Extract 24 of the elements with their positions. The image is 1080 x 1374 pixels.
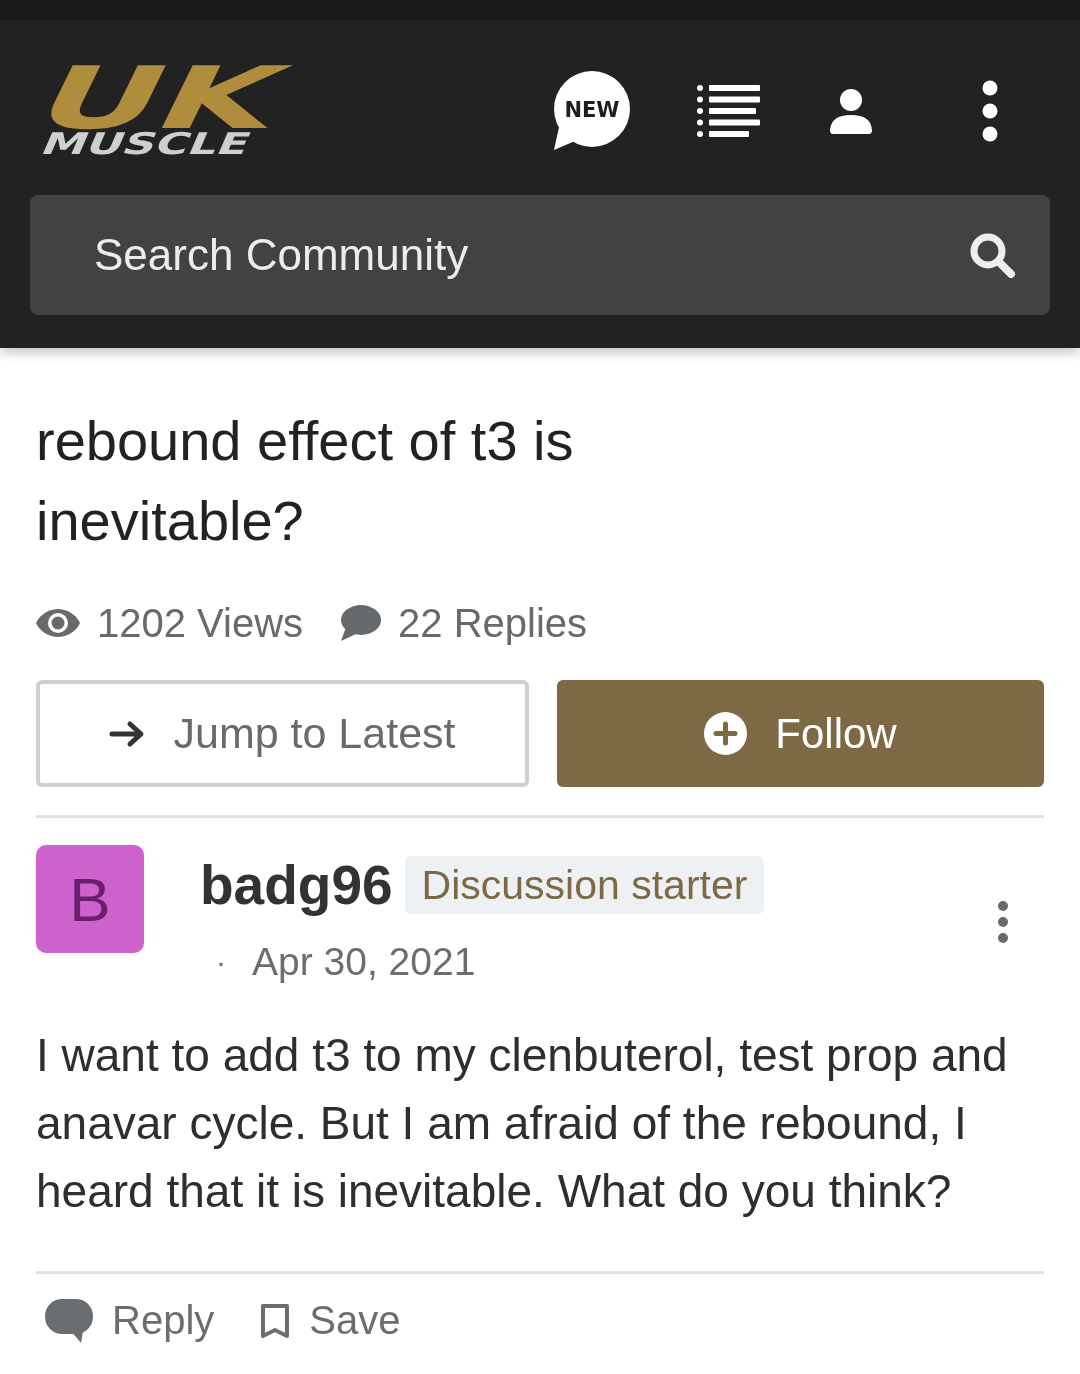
search-icon[interactable] bbox=[969, 232, 1016, 278]
speech-bubble-icon bbox=[45, 1298, 93, 1343]
thread-title: rebound effect of t3 is inevitable? bbox=[36, 408, 575, 554]
replies-count: 22 Replies bbox=[398, 600, 588, 646]
post-body: I want to add t3 to my clenbuterol, test prop and anavar cycle. But I am afraid of the rebound, I heard that it is inevitable. What do you think? bbox=[36, 1028, 1009, 1219]
arrow-right-icon bbox=[109, 719, 146, 748]
username[interactable]: badg96 bbox=[200, 853, 393, 917]
kebab-menu-icon[interactable] bbox=[982, 80, 998, 142]
jump-to-latest-button[interactable]: Jump to Latest bbox=[36, 680, 529, 787]
date-separator: · bbox=[216, 945, 226, 979]
follow-button[interactable]: Follow bbox=[557, 680, 1044, 787]
list-icon[interactable] bbox=[697, 84, 760, 138]
avatar: B bbox=[36, 845, 144, 953]
post-date: Apr 30, 2021 bbox=[252, 940, 476, 984]
speech-bubble-icon bbox=[339, 605, 382, 641]
discussion-starter-badge: Discussion starter bbox=[404, 856, 765, 914]
bookmark-icon bbox=[260, 1302, 291, 1339]
save-button[interactable]: Save bbox=[260, 1298, 401, 1343]
reply-button[interactable]: Reply bbox=[45, 1298, 215, 1343]
user-icon[interactable] bbox=[830, 88, 872, 134]
views-count: 1202 Views bbox=[97, 600, 304, 646]
plus-circle-icon bbox=[704, 712, 748, 755]
eye-icon bbox=[36, 609, 80, 637]
search-field[interactable]: Search Community bbox=[30, 195, 1050, 315]
